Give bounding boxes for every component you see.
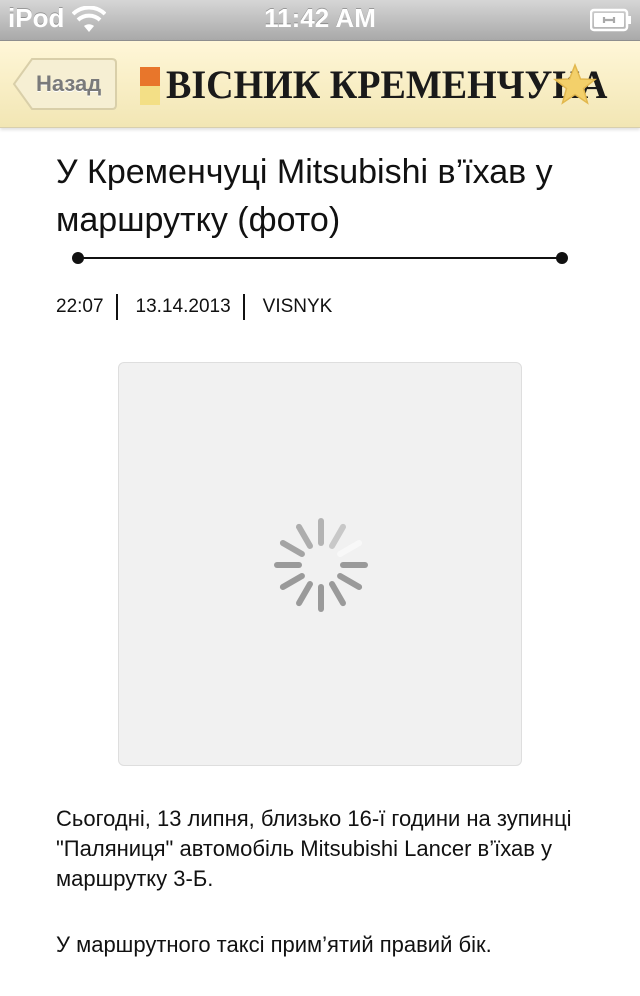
article-meta: 22:07 13.14.2013 VISNYK (56, 294, 332, 320)
article-author: VISNYK (262, 296, 333, 317)
meta-separator (115, 294, 118, 320)
title-divider (72, 252, 568, 264)
article-title: У Кременчуці Mitsubishi в’їхав у маршрут… (56, 153, 553, 239)
battery-charging-icon (590, 8, 631, 32)
article-paragraph: У маршрутного таксі прим’ятий правий бік… (56, 932, 492, 957)
article-time: 22:07 (56, 296, 104, 317)
logo-mark (140, 67, 160, 105)
navigation-bar: Назад ВІСНИК КРЕМЕНЧУКА (0, 41, 640, 128)
meta-separator (242, 294, 245, 320)
article-body: Сьогодні, 13 липня, близько 16-ї години … (56, 804, 596, 996)
status-bar: iPod 11:42 AM (0, 0, 640, 41)
article-date: 13.14.2013 (135, 296, 231, 317)
site-logo: ВІСНИК КРЕМЕНЧУКА (140, 63, 607, 107)
back-button[interactable]: Назад (12, 57, 118, 111)
loading-spinner-icon (274, 518, 368, 612)
status-time: 11:42 AM (264, 3, 376, 33)
back-button-label: Назад (36, 71, 102, 96)
star-icon[interactable] (552, 63, 598, 107)
logo-text: ВІСНИК КРЕМЕНЧУКА (166, 62, 608, 107)
article-paragraph: Сьогодні, 13 липня, близько 16-ї години … (56, 806, 572, 891)
article-image-placeholder[interactable] (118, 362, 522, 766)
